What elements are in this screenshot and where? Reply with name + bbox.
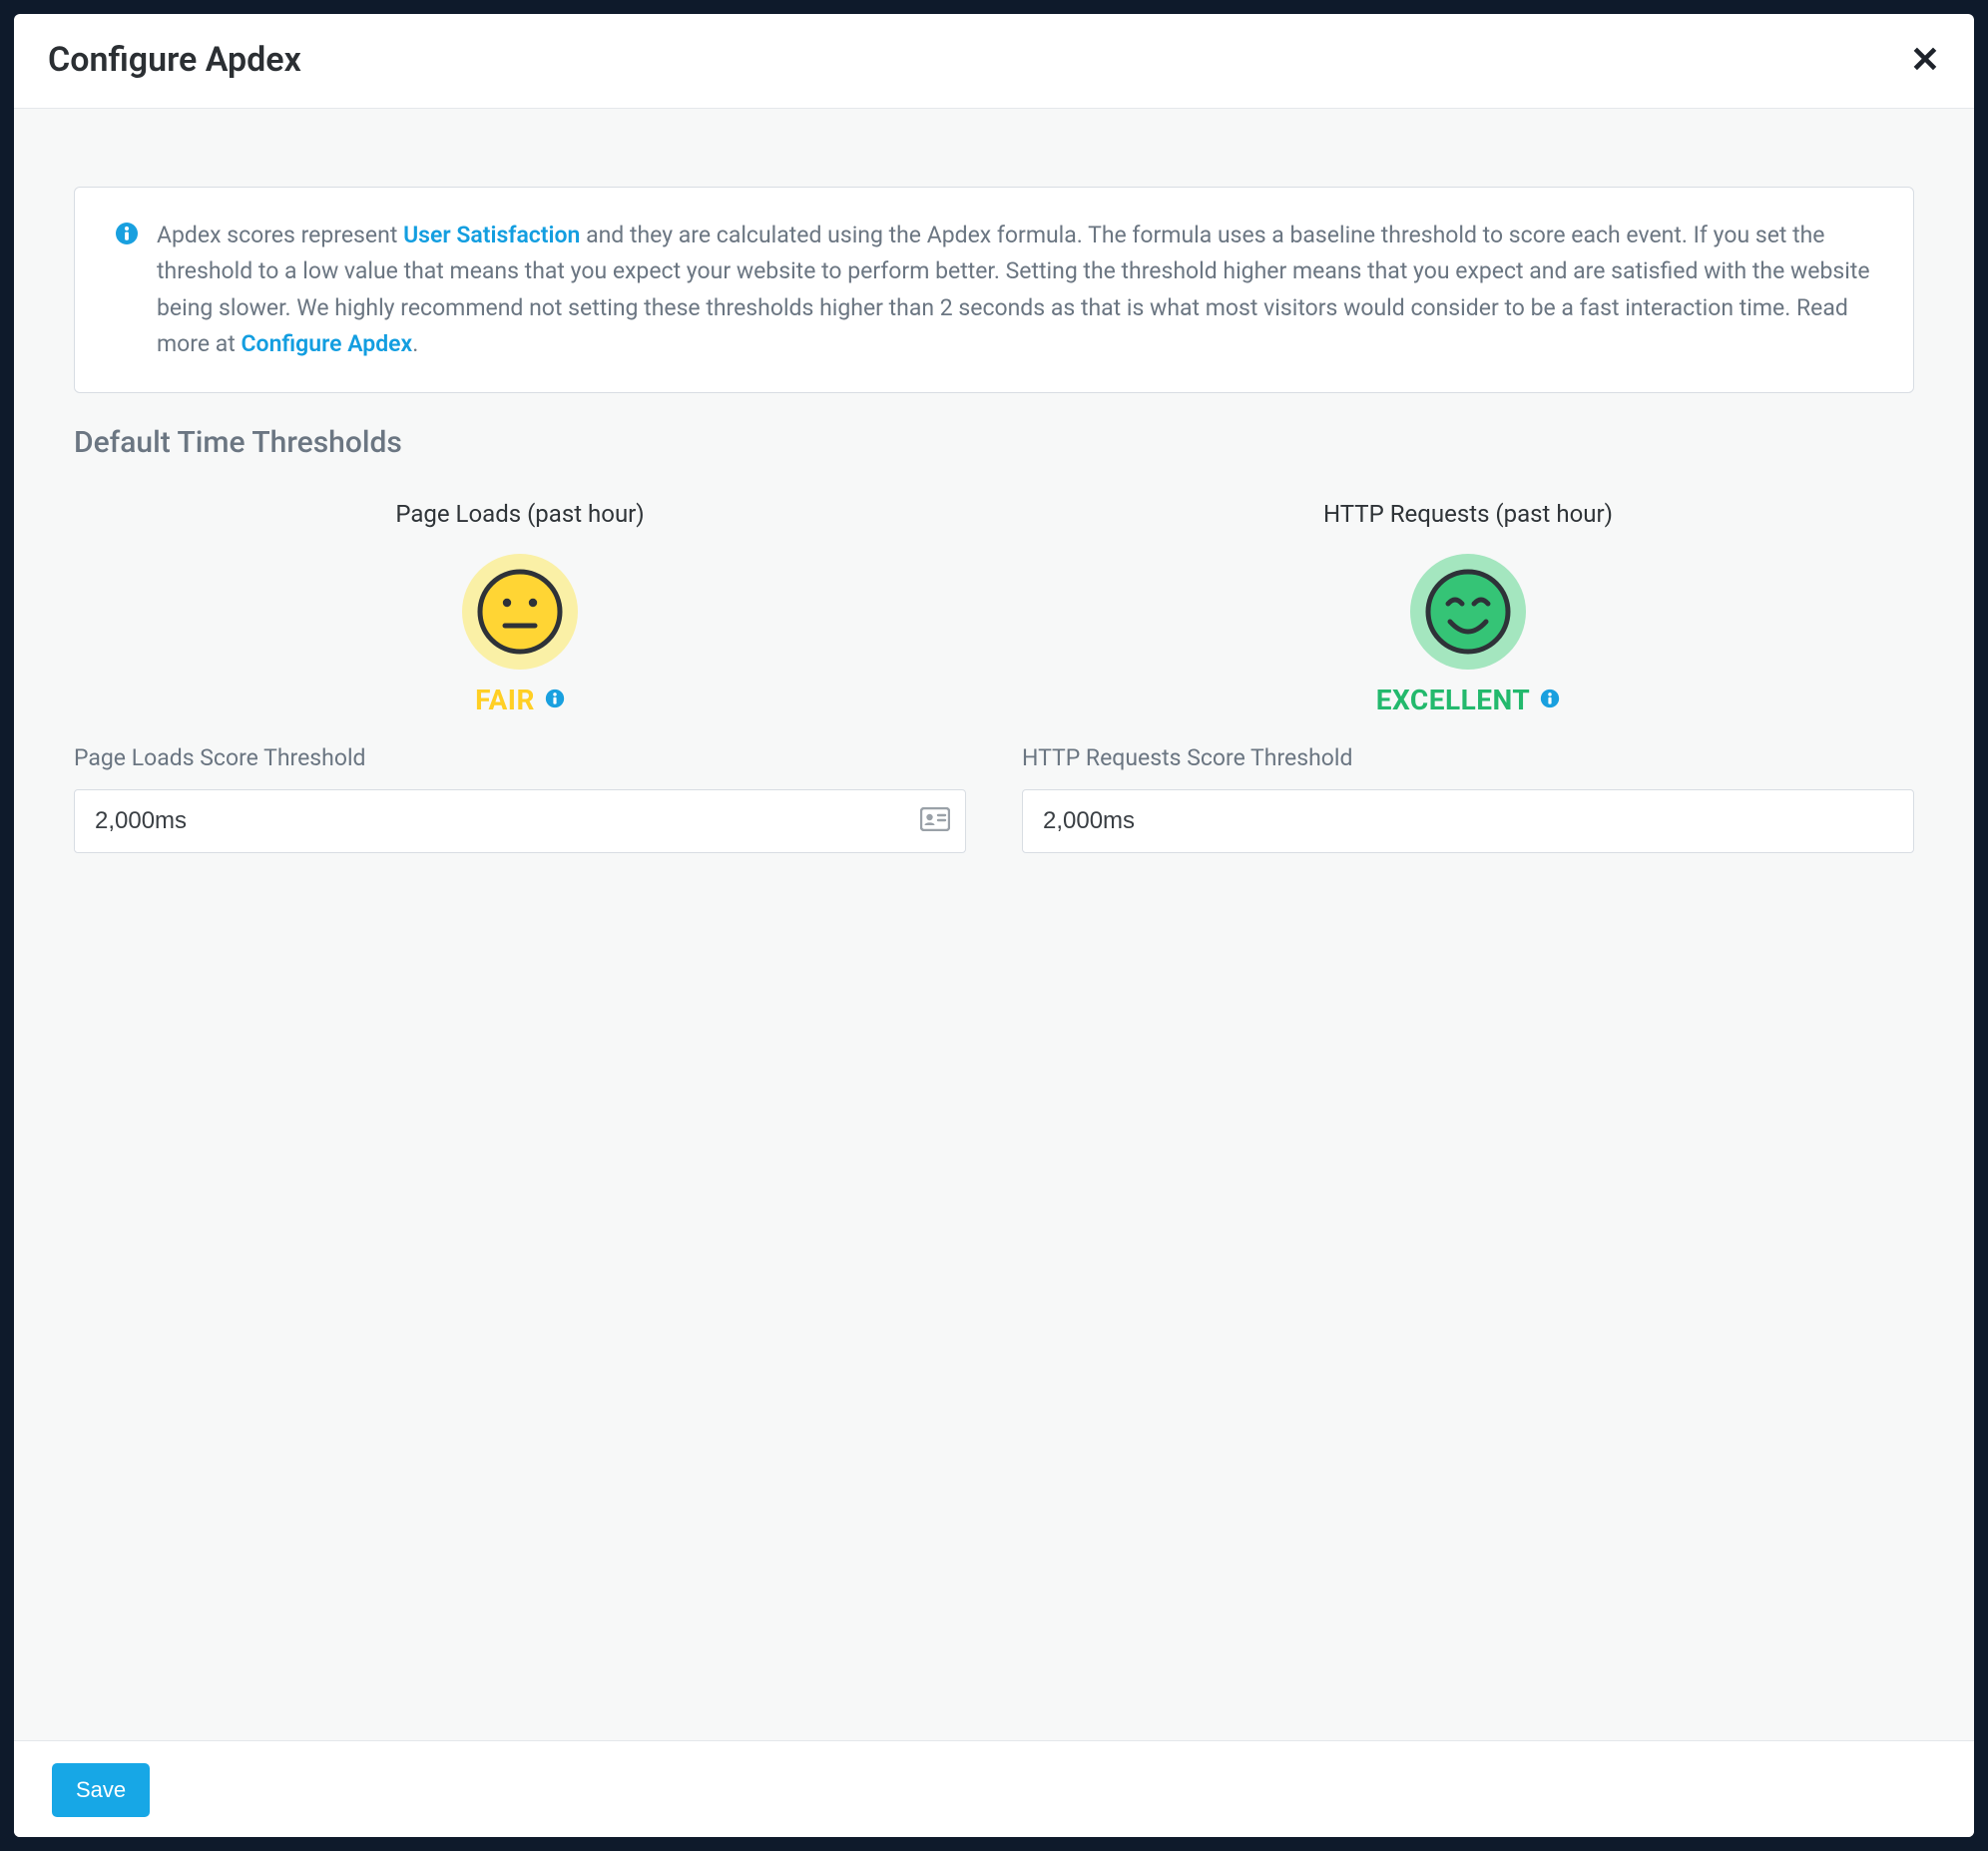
- threshold-columns: Page Loads (past hour) FAIR: [74, 500, 1914, 853]
- page-loads-field-label: Page Loads Score Threshold: [74, 744, 366, 771]
- info-text: Apdex scores represent User Satisfaction…: [157, 218, 1877, 362]
- page-loads-column: Page Loads (past hour) FAIR: [74, 500, 966, 853]
- fair-face-icon: [460, 552, 580, 672]
- http-requests-title: HTTP Requests (past hour): [1323, 500, 1613, 528]
- page-loads-info-icon[interactable]: [545, 689, 565, 712]
- excellent-face-icon: [1408, 552, 1528, 672]
- info-text-pre: Apdex scores represent: [157, 222, 403, 248]
- page-loads-threshold-input[interactable]: [74, 789, 966, 853]
- page-loads-rating-row: FAIR: [475, 684, 565, 716]
- http-requests-field-label: HTTP Requests Score Threshold: [1022, 744, 1352, 771]
- info-box: Apdex scores represent User Satisfaction…: [74, 187, 1914, 393]
- http-requests-rating: EXCELLENT: [1376, 684, 1531, 716]
- info-text-post: .: [412, 330, 418, 357]
- http-requests-info-icon[interactable]: [1540, 689, 1560, 712]
- page-loads-rating: FAIR: [475, 684, 535, 716]
- configure-apdex-link[interactable]: Configure Apdex: [242, 330, 413, 357]
- info-icon: [115, 222, 139, 249]
- http-requests-threshold-input[interactable]: [1022, 789, 1914, 853]
- user-satisfaction-link[interactable]: User Satisfaction: [403, 222, 580, 248]
- http-requests-column: HTTP Requests (past hour) EXCELLENT: [1022, 500, 1914, 853]
- http-requests-rating-row: EXCELLENT: [1376, 684, 1561, 716]
- page-loads-title: Page Loads (past hour): [395, 500, 644, 528]
- page-loads-input-wrap: [74, 789, 966, 853]
- close-icon[interactable]: ✕: [1910, 42, 1940, 78]
- section-title: Default Time Thresholds: [74, 425, 1914, 460]
- save-button[interactable]: Save: [52, 1763, 150, 1817]
- modal-footer: Save: [14, 1741, 1974, 1837]
- modal-header: Configure Apdex ✕: [14, 14, 1974, 109]
- modal-title: Configure Apdex: [48, 40, 301, 80]
- contact-card-icon: [920, 807, 950, 835]
- http-requests-input-wrap: [1022, 789, 1914, 853]
- configure-apdex-modal: Configure Apdex ✕ Apdex scores represent…: [14, 14, 1974, 1837]
- modal-body: Apdex scores represent User Satisfaction…: [14, 109, 1974, 1741]
